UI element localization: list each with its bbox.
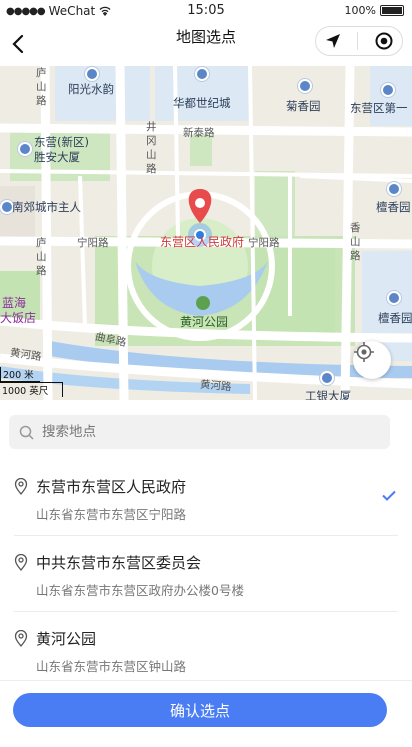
- road-label-lushan-2: 庐山路: [36, 237, 47, 277]
- poi-icon: [381, 83, 395, 97]
- map-label-nanjiao: 南郊城市主人: [12, 200, 81, 214]
- poi-icon: [387, 291, 401, 305]
- poi-icon: [387, 182, 401, 196]
- list-item[interactable]: 中共东营市东营区委员会 山东省东营市东营区政府办公楼0号楼: [14, 536, 398, 612]
- search-bar[interactable]: [9, 415, 390, 449]
- map-label-yangguang: 阳光水韵: [68, 82, 114, 96]
- search-icon: [19, 425, 34, 440]
- road-label-ningyang-2: 宁阳路: [248, 237, 280, 249]
- nav-bar: 地图选点: [0, 22, 412, 66]
- confirm-location-button[interactable]: 确认选点: [13, 693, 387, 727]
- poi-icon: [298, 79, 312, 93]
- list-item[interactable]: 东营市东营区人民政府 山东省东营市东营区宁阳路: [14, 460, 398, 536]
- map-label-gov: 东营区人民政府: [160, 235, 245, 249]
- map-label-juxiang: 菊香园: [286, 99, 321, 113]
- map-view[interactable]: 阳光水韵 华都世纪城 菊香园 东营区第一 东营(新区) 胜安大厦 南郊城市主人 …: [0, 66, 412, 400]
- road-label-jinggang: 井冈山路: [146, 121, 157, 175]
- poi-icon: [195, 67, 209, 81]
- poi-icon: [18, 142, 32, 156]
- scale-metric: 200 米: [0, 367, 40, 382]
- scale-imperial: 1000 英尺: [0, 382, 63, 397]
- map-label-icbc: 工银大厦: [305, 389, 351, 400]
- battery-percent: 100%: [344, 4, 376, 17]
- location-pin-icon: [14, 630, 28, 647]
- location-pin-icon: [14, 478, 28, 495]
- map-label-shengan: 胜安大厦: [34, 150, 80, 164]
- list-item[interactable]: 黄河公园 山东省东营市东营区钟山路: [14, 612, 398, 688]
- map-label-tanxiang-1: 檀香园: [376, 200, 411, 214]
- bottom-bar: 确认选点: [0, 680, 412, 747]
- result-list: 东营市东营区人民政府 山东省东营市东营区宁阳路 中共东营市东营区委员会 山东省东…: [0, 460, 412, 688]
- map-label-dongying-xinqu: 东营(新区): [34, 135, 89, 149]
- road-label-lushan-1: 庐山路: [36, 67, 47, 107]
- result-address: 山东省东营市东营区钟山路: [36, 659, 187, 674]
- search-input[interactable]: [42, 424, 342, 440]
- poi-icon: [85, 67, 99, 81]
- location-arrow-icon[interactable]: [324, 32, 342, 50]
- road-label-xintai: 新泰路: [183, 127, 215, 139]
- map-label-dongying-first: 东营区第一: [350, 101, 408, 115]
- status-bar: ●●●●● WeChat 15:05 100%: [0, 0, 412, 22]
- result-address: 山东省东营市东营区宁阳路: [36, 507, 187, 522]
- poi-icon: [320, 371, 334, 385]
- map-label-lanhai-2: 大饭店: [0, 311, 37, 325]
- crosshair-icon: [354, 342, 374, 362]
- map-label-huanghe-park: 黄河公园: [180, 315, 229, 329]
- result-name: 黄河公园: [36, 630, 97, 648]
- road-label-huanghe-2: 黄河路: [199, 378, 232, 394]
- check-icon: [382, 490, 396, 501]
- map-scale: 200 米 1000 英尺: [0, 367, 63, 397]
- map-label-huadu: 华都世纪城: [173, 96, 231, 110]
- result-name: 中共东营市东营区委员会: [36, 554, 202, 572]
- map-label-tanxiang-2: 檀香园: [378, 311, 412, 325]
- battery-icon: [380, 5, 404, 16]
- locate-me-button[interactable]: [353, 341, 391, 379]
- result-address: 山东省东营市东营区政府办公楼0号楼: [36, 583, 244, 598]
- location-pin-icon: [14, 554, 28, 571]
- close-target-icon[interactable]: [374, 31, 394, 51]
- mini-program-capsule: [315, 26, 403, 56]
- result-name: 东营市东营区人民政府: [36, 478, 187, 496]
- road-label-xiangshan: 香山路: [350, 222, 361, 262]
- road-label-ningyang-1: 宁阳路: [77, 237, 109, 249]
